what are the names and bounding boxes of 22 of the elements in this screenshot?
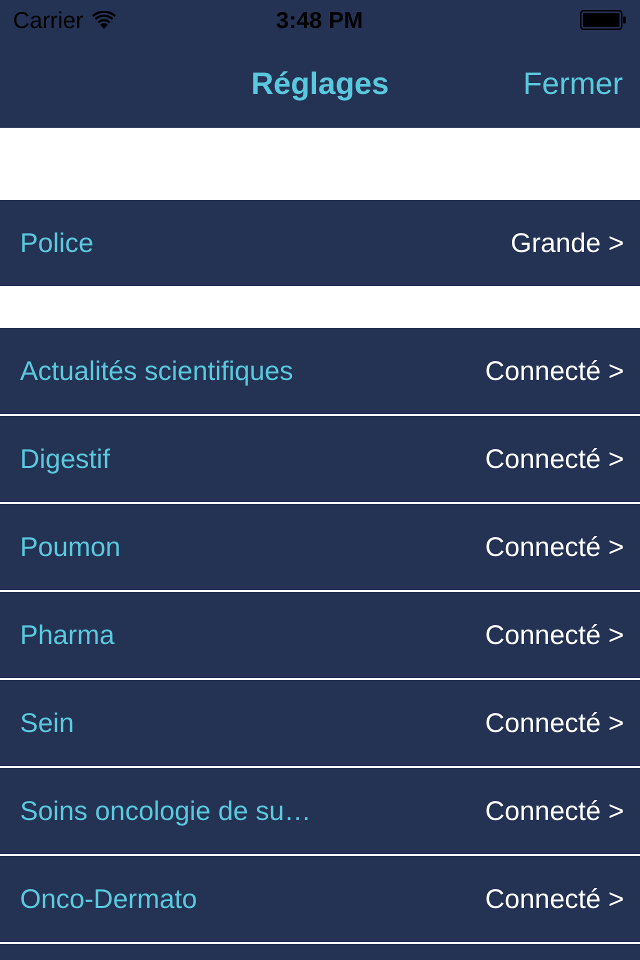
- row-value: Connecté >: [485, 796, 624, 826]
- status-time: 3:48 PM: [276, 6, 363, 34]
- row-value: Connecté >: [485, 620, 624, 650]
- row-value: Connecté >: [485, 444, 624, 474]
- row-label: Pharma: [20, 620, 115, 650]
- row-label: Poumon: [20, 532, 121, 562]
- row-value: Connecté >: [485, 356, 624, 386]
- row-value: Grande >: [510, 228, 624, 258]
- row-label: Digestif: [20, 444, 110, 474]
- row-label: Onco-Dermato: [20, 884, 198, 914]
- carrier-name: Carrier: [13, 6, 84, 34]
- row-value: Connecté >: [485, 532, 624, 562]
- row-label: Police: [20, 228, 94, 258]
- row-value: Connecté >: [485, 884, 624, 914]
- nav-title: Réglages: [251, 66, 389, 102]
- row-label: Soins oncologie de su…: [20, 796, 312, 826]
- row-label: Actualités scientifiques: [20, 356, 294, 386]
- row-value: Connecté >: [485, 708, 624, 738]
- wifi-icon: [92, 11, 116, 29]
- close-button[interactable]: Fermer: [523, 66, 623, 102]
- battery-icon: [580, 10, 626, 30]
- row-label: Sein: [20, 708, 74, 738]
